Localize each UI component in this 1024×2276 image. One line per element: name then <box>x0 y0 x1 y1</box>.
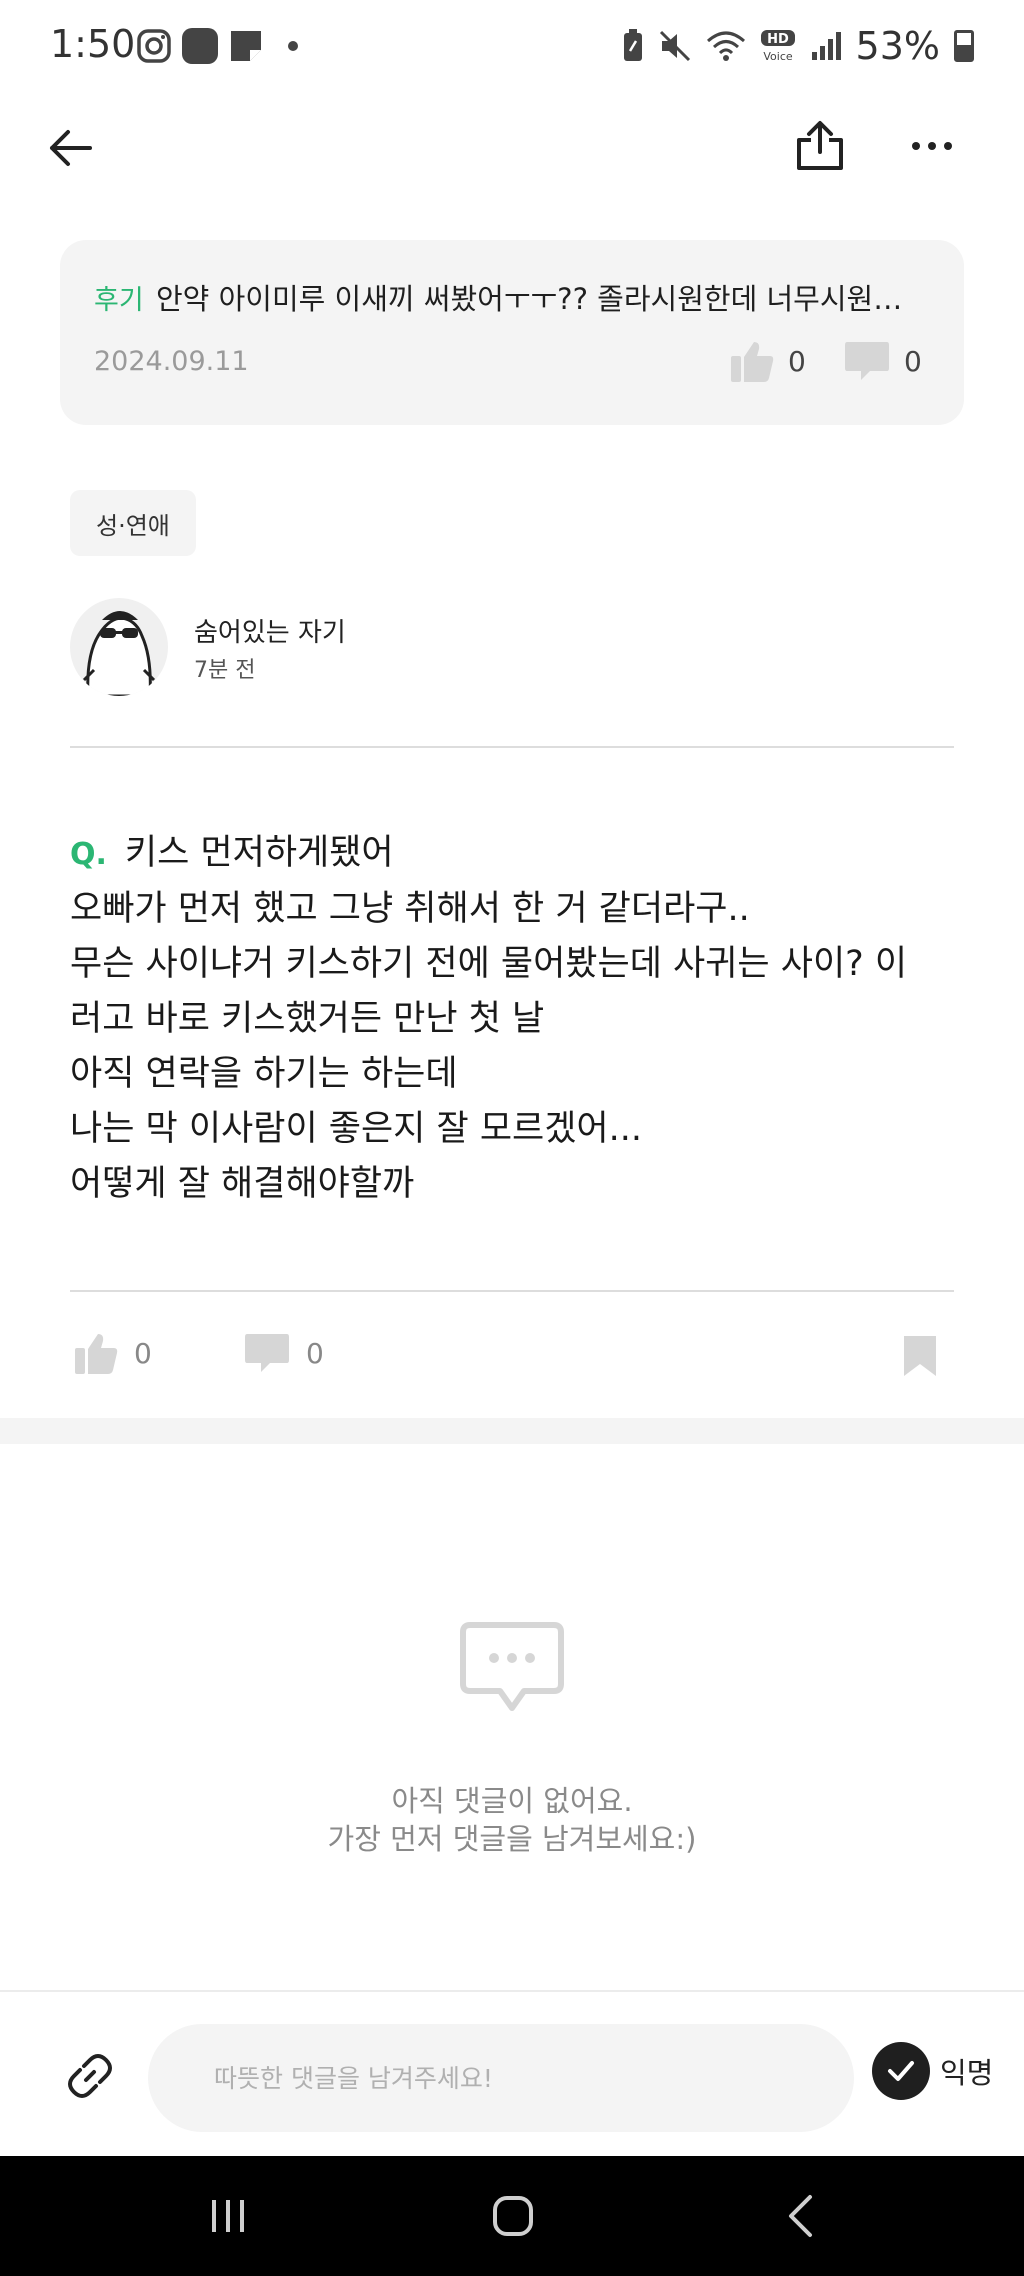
empty-comments-message: 아직 댓글이 없어요. 가장 먼저 댓글을 남겨보세요:) <box>0 1782 1024 1858</box>
nav-back-button[interactable] <box>760 2186 840 2246</box>
home-icon <box>493 2196 533 2236</box>
empty-comments-icon <box>460 1622 564 1720</box>
review-comment-value: 0 <box>904 344 922 378</box>
post-title: 키스 먼저하게됐어 <box>124 833 394 873</box>
wifi-icon <box>706 31 745 61</box>
linked-review-card[interactable]: 후기 안약 아이미루 이새끼 써봤어ㅜㅜ?? 졸라시원한데 너무시원… 2024… <box>60 240 964 425</box>
empty-comments-line: 아직 댓글이 없어요. <box>391 1784 633 1818</box>
share-button[interactable] <box>788 114 852 178</box>
divider <box>70 746 954 748</box>
post-body: Q. 키스 먼저하게됐어 오빠가 먼저 했고 그냥 취해서 한 거 같더라구.. … <box>70 826 970 1212</box>
signal-icon <box>811 32 841 60</box>
post-line: 오빠가 먼저 했고 그냥 취해서 한 거 같더라구.. <box>70 889 750 929</box>
battery-percent: 53% <box>855 24 940 68</box>
post-line: Q. 키스 먼저하게됐어 <box>70 826 970 882</box>
recents-button[interactable] <box>188 2186 268 2246</box>
svg-text:HD: HD <box>767 32 789 47</box>
post-line: 어떻게 잘 해결해야할까 <box>70 1164 415 1204</box>
battery-icon <box>954 30 974 62</box>
dot-icon <box>288 41 298 51</box>
comment-icon <box>245 1334 289 1372</box>
avatar <box>70 598 168 696</box>
post-line: 무슨 사이냐거 키스하기 전에 물어봤는데 사귀는 사이? 이 <box>70 944 908 984</box>
review-like-value: 0 <box>788 344 806 378</box>
category-chip[interactable]: 성·연애 <box>70 490 196 556</box>
status-bar: 1:50 HD Voice 53% <box>0 0 1024 92</box>
attach-link-button[interactable] <box>56 2042 124 2110</box>
empty-comments-line: 가장 먼저 댓글을 남겨보세요:) <box>327 1822 697 1856</box>
anonymous-toggle[interactable]: 익명 <box>872 2042 993 2100</box>
battery-saver-icon <box>623 29 642 61</box>
more-icon <box>912 142 952 150</box>
thumbs-up-icon <box>75 1334 118 1374</box>
check-icon <box>888 2061 914 2081</box>
status-right-icons: HD Voice 53% <box>622 24 974 68</box>
post-line: 나는 막 이사람이 좋은지 잘 모르겠어... <box>70 1109 643 1149</box>
comment-count: 0 <box>306 1336 324 1370</box>
comment-input[interactable] <box>148 2024 854 2132</box>
review-title: 안약 아이미루 이새끼 써봤어ㅜㅜ?? 졸라시원한데 너무시원… <box>156 282 903 316</box>
input-bar-divider <box>0 1990 1024 1992</box>
post-line: 러고 바로 키스했거든 만난 첫 날 <box>70 999 545 1039</box>
notes-icon <box>231 31 261 61</box>
ghost-avatar-icon <box>82 611 156 696</box>
section-divider <box>0 1418 1024 1444</box>
app-icon <box>182 28 218 64</box>
link-icon <box>68 2054 112 2098</box>
author-name[interactable]: 숨어있는 자기 <box>194 612 346 649</box>
comment-icon <box>845 342 889 380</box>
svg-text:Voice: Voice <box>763 50 793 63</box>
more-options-button[interactable] <box>900 114 964 178</box>
thumbs-up-icon <box>731 342 774 382</box>
share-icon <box>797 121 843 170</box>
back-button[interactable] <box>40 118 100 178</box>
anonymous-label: 익명 <box>940 2056 994 2090</box>
status-time: 1:50 <box>50 22 136 66</box>
comment-button[interactable]: 0 <box>244 1332 324 1374</box>
recents-icon <box>212 2200 244 2232</box>
status-left-icons <box>136 26 298 66</box>
back-arrow-icon <box>50 130 92 166</box>
divider <box>70 1290 954 1292</box>
review-date: 2024.09.11 <box>94 346 249 377</box>
app-bar <box>0 100 1024 190</box>
post-line: 아직 연락을 하기는 하는데 <box>70 1054 458 1094</box>
anonymous-checkbox[interactable] <box>872 2042 930 2100</box>
bookmark-button[interactable] <box>902 1334 938 1382</box>
review-tag: 후기 <box>94 285 144 316</box>
mute-icon <box>659 30 690 62</box>
nav-back-icon <box>789 2195 812 2237</box>
home-button[interactable] <box>473 2186 553 2246</box>
like-button[interactable]: 0 <box>74 1332 152 1374</box>
bookmark-icon <box>904 1336 936 1376</box>
question-label: Q. <box>70 837 107 872</box>
review-like-count: 0 <box>730 340 806 382</box>
system-navigation-bar <box>0 2156 1024 2276</box>
review-comment-count: 0 <box>844 340 922 382</box>
chat-bubble-icon <box>460 1622 564 1711</box>
like-count: 0 <box>134 1336 152 1370</box>
hd-voice-icon: HD Voice <box>760 30 795 63</box>
instagram-icon <box>137 29 171 63</box>
post-time: 7분 전 <box>194 658 256 683</box>
